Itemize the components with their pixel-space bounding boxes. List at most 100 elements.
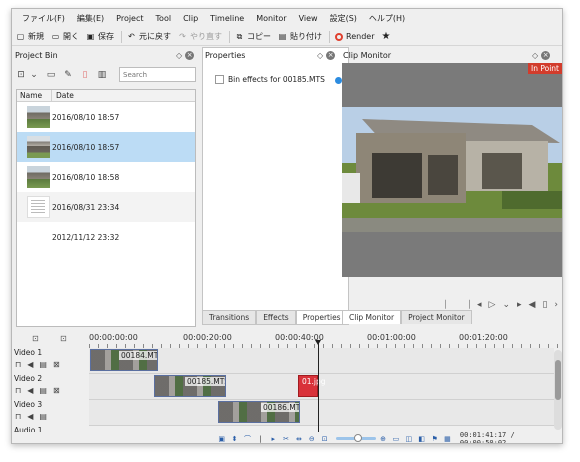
close-icon[interactable]: × [326,50,336,60]
audio-icon[interactable]: ◀ [27,412,33,421]
zoom-slider-knob[interactable] [354,434,363,442]
chevron-down-icon[interactable]: ⌄ [28,69,40,81]
clip-thumbnail [27,106,50,128]
menu-help[interactable]: ヘルプ(H) [363,13,411,24]
render-button[interactable]: Render [335,32,374,41]
project-bin-list: Name Date 2016/08/10 18:57 2016/08/10 18… [16,89,196,327]
menu-project[interactable]: Project [110,14,149,23]
float-icon[interactable]: ◇ [176,51,182,60]
composite-icon[interactable]: ⊠ [53,386,60,395]
menu-tool[interactable]: Tool [150,14,178,23]
timeline-clip[interactable]: 00184.MTS [90,349,158,371]
menu-timeline[interactable]: Timeline [204,14,250,23]
film-icon[interactable]: ▤ [39,412,47,421]
zoom-slider[interactable] [336,434,376,442]
track-config-icon[interactable]: ⊡ [60,334,67,343]
columns-icon[interactable]: ▥ [96,69,108,81]
playhead-line[interactable] [318,342,319,442]
split-icon[interactable]: ◫ [404,434,413,443]
new-button[interactable]: ▢ 新規 [16,31,44,42]
volume-icon[interactable]: ◀ [529,300,536,310]
track-add-icon[interactable]: ⊡ [32,334,39,343]
menu-clip[interactable]: Clip [177,14,204,23]
bin-row[interactable]: 2016/08/10 18:57 [17,102,195,132]
monitor-icon[interactable]: ▭ [392,434,401,443]
timeline-scrollbar[interactable] [554,350,562,430]
zoom-fit-icon[interactable]: ⊡ [320,434,329,443]
column-header-name[interactable]: Name [17,90,52,101]
tab-project-monitor[interactable]: Project Monitor [401,310,472,324]
menu-edit[interactable]: 編集(E) [71,13,110,24]
flag-icon[interactable]: ⚑ [430,434,439,443]
select-tool-icon[interactable]: ▸ [269,434,278,443]
film-icon[interactable]: ▤ [39,360,47,369]
close-icon[interactable]: × [541,50,551,60]
paste-button[interactable]: ▤ 貼り付け [278,31,322,42]
zoom-icon[interactable]: ▯ [542,300,547,310]
favorite-button[interactable]: ★ [381,31,393,42]
timeline-clip[interactable]: 00186.MTS [218,401,300,423]
bin-search-input[interactable] [119,67,196,82]
scrollbar-thumb[interactable] [555,360,561,400]
menu-view[interactable]: View [293,14,324,23]
bin-row[interactable]: 2016/08/10 18:57 [17,132,195,162]
snap-icon[interactable]: ⌒ [243,434,252,443]
clip-thumbnail [27,226,50,248]
tab-properties[interactable]: Properties [295,310,348,324]
tab-clip-monitor[interactable]: Clip Monitor [342,310,402,324]
spacer-tool-icon[interactable]: ⇹ [295,434,304,443]
redo-button[interactable]: ↷ やり直す [178,31,222,42]
undo-button[interactable]: ↶ 元に戻す [127,31,171,42]
menu-file[interactable]: ファイル(F) [16,13,71,24]
zoom-out-icon[interactable]: ⊖ [307,434,316,443]
tab-transitions[interactable]: Transitions [202,310,257,324]
float-icon[interactable]: ◇ [532,51,538,60]
bin-row[interactable]: 2016/08/10 18:58 [17,162,195,192]
timeline-image-clip[interactable]: 01.jpg [298,375,326,397]
zoom-in-icon[interactable]: ⊕ [379,434,388,443]
copy-button[interactable]: ⧉ コピー [235,31,271,42]
lock-icon[interactable]: ⊓ [15,412,21,421]
play-icon[interactable]: ▷ [489,300,496,310]
menu-monitor[interactable]: Monitor [250,14,292,23]
bin-effects-checkbox[interactable]: Bin effects for 00185.MTS [215,75,325,84]
timeline-clip[interactable]: 00185.MTS [154,375,226,397]
tab-effects[interactable]: Effects [256,310,296,324]
add-clip-icon[interactable]: ⊡ [15,69,27,81]
audio-split-icon[interactable]: ◧ [417,434,426,443]
chevron-down-icon[interactable]: ⌄ [502,300,510,310]
lock-icon[interactable]: ⊓ [15,360,21,369]
track-video3[interactable] [89,400,554,426]
out-point-icon[interactable]: ⎹ [461,300,470,310]
timeline-ruler[interactable]: 00:00:00:00 00:00:20:00 00:00:40:00 00:0… [89,332,562,348]
delete-icon[interactable]: ▯ [79,69,91,81]
more-icon[interactable]: › [554,300,558,310]
grid-icon[interactable]: ▦ [443,434,452,443]
rewind-icon[interactable]: ◂ [477,300,482,310]
save-button[interactable]: ▣ 保存 [86,31,114,42]
info-icon[interactable] [335,77,342,84]
lock-icon[interactable]: ⊓ [15,386,21,395]
bin-row[interactable]: 2012/11/12 23:32 [17,222,195,252]
audio-icon[interactable]: ◀ [27,360,33,369]
bin-row[interactable]: 2016/08/31 23:34 [17,192,195,222]
expand-icon[interactable]: ⬍ [230,434,239,443]
open-button[interactable]: ▭ 開く [51,31,79,42]
razor-tool-icon[interactable]: ✂ [282,434,291,443]
menu-settings[interactable]: 設定(S) [324,13,363,24]
monitor-screen[interactable]: In Point [342,63,562,277]
audio-icon[interactable]: ◀ [27,386,33,395]
checkbox-box[interactable] [215,75,224,84]
float-icon[interactable]: ◇ [317,51,323,60]
film-icon[interactable]: ▤ [39,386,47,395]
properties-title: Properties [205,50,246,60]
column-header-date[interactable]: Date [52,91,74,100]
in-point-icon[interactable]: ⎸ [445,300,454,310]
track-height-icon[interactable]: ▣ [217,434,226,443]
close-icon[interactable]: × [185,50,195,60]
forward-icon[interactable]: ▸ [517,300,522,310]
folder-icon[interactable]: ▭ [45,69,57,81]
edit-icon[interactable]: ✎ [62,69,74,81]
track-video1[interactable] [89,348,554,374]
composite-icon[interactable]: ⊠ [53,360,60,369]
